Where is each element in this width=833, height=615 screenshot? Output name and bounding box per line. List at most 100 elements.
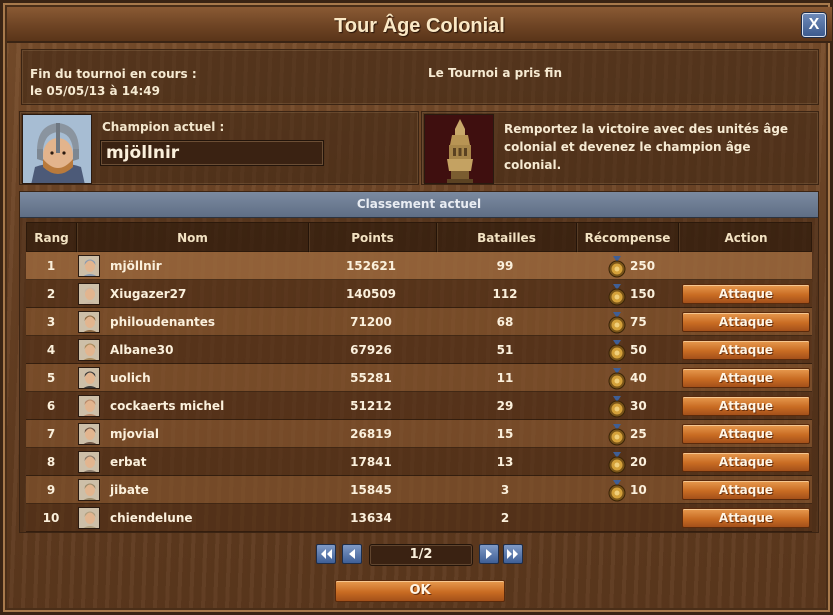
rank-cell: 3 [46, 315, 56, 329]
points-cell: 152621 [345, 259, 397, 273]
table-row: 2 Xiugazer27 140509 112 150 Attaque [26, 280, 812, 308]
rank-cell: 1 [46, 259, 56, 273]
first-page-button[interactable] [316, 544, 336, 564]
player-cell[interactable]: Albane30 [78, 336, 306, 364]
table-row: 8 erbat 17841 13 20 Attaque [26, 448, 812, 476]
points-cell: 51212 [350, 399, 392, 413]
points-cell: 15845 [350, 483, 392, 497]
rank-cell: 4 [46, 343, 56, 357]
points-cell: 67926 [350, 343, 392, 357]
attack-button[interactable]: Attaque [682, 396, 810, 416]
points-cell: 13634 [350, 511, 392, 525]
tournament-window: Tour Âge Colonial X Fin du tournoi en co… [0, 0, 833, 615]
column-rank: Rang [27, 223, 77, 253]
reward-value: 150 [630, 287, 656, 301]
page-indicator: 1/2 [369, 544, 473, 566]
attack-button[interactable]: Attaque [682, 284, 810, 304]
ranking-panel: Classement actuel Rang Nom Points Batail… [19, 191, 819, 533]
attack-button[interactable]: Attaque [682, 368, 810, 388]
player-cell[interactable]: mjovial [78, 420, 306, 448]
rank-cell: 6 [46, 399, 56, 413]
player-name: cockaerts michel [110, 399, 225, 413]
ranking-header: Classement actuel [20, 192, 818, 218]
table-row: 9 jibate 15845 3 10 Attaque [26, 476, 812, 504]
medal-icon [608, 368, 626, 390]
attack-button[interactable]: Attaque [682, 480, 810, 500]
action-cell: Attaque [678, 476, 812, 504]
reward-cell: 150 [578, 280, 676, 308]
action-cell [678, 252, 812, 280]
attack-button[interactable]: Attaque [682, 312, 810, 332]
rank-cell: 2 [46, 287, 56, 301]
player-avatar-icon [78, 479, 100, 501]
player-cell[interactable]: uolich [78, 364, 306, 392]
player-name: Albane30 [110, 343, 174, 357]
title-bar: Tour Âge Colonial X [7, 7, 832, 43]
attack-button[interactable]: Attaque [682, 424, 810, 444]
medal-icon [608, 424, 626, 446]
table-row: 6 cockaerts michel 51212 29 30 Attaque [26, 392, 812, 420]
close-button[interactable]: X [802, 13, 826, 37]
medal-icon [608, 340, 626, 362]
action-cell: Attaque [678, 364, 812, 392]
champion-label: Champion actuel : [102, 120, 225, 134]
medal-icon [608, 284, 626, 306]
window-title: Tour Âge Colonial [334, 15, 505, 37]
ranking-table: Rang Nom Points Batailles Récompense Act… [26, 222, 812, 532]
column-battles: Batailles [437, 223, 577, 253]
medal-icon [608, 312, 626, 334]
reward-cell: 50 [578, 336, 676, 364]
reward-cell: 30 [578, 392, 676, 420]
points-cell: 71200 [350, 315, 392, 329]
rank-cell: 9 [46, 483, 56, 497]
table-header: Rang Nom Points Batailles Récompense Act… [26, 222, 812, 253]
column-points: Points [309, 223, 437, 253]
player-cell[interactable]: cockaerts michel [78, 392, 306, 420]
next-page-button[interactable] [479, 544, 499, 564]
attack-button[interactable]: Attaque [682, 340, 810, 360]
player-cell[interactable]: mjöllnir [78, 252, 306, 280]
last-page-button[interactable] [503, 544, 523, 564]
table-body: 1 mjöllnir 152621 99 250 2 Xiugazer27 140509 112… [26, 252, 812, 532]
champion-panel: Champion actuel : mjöllnir [19, 111, 419, 185]
double-chevron-right-icon [507, 549, 518, 559]
goal-panel: Remportez la victoire avec des unités âg… [421, 111, 819, 185]
player-name: chiendelune [110, 511, 193, 525]
action-cell: Attaque [678, 420, 812, 448]
battles-cell: 15 [496, 427, 514, 441]
points-cell: 17841 [350, 455, 392, 469]
rank-cell: 7 [46, 427, 56, 441]
reward-cell: 25 [578, 420, 676, 448]
double-chevron-left-icon [321, 549, 332, 559]
reward-value: 40 [630, 371, 647, 385]
player-avatar-icon [78, 311, 100, 333]
action-cell: Attaque [678, 504, 812, 532]
player-cell[interactable]: philoudenantes [78, 308, 306, 336]
battles-cell: 112 [492, 287, 518, 301]
player-cell[interactable]: jibate [78, 476, 306, 504]
attack-button[interactable]: Attaque [682, 452, 810, 472]
reward-cell: 40 [578, 364, 676, 392]
tower-trophy-icon [424, 114, 494, 184]
player-avatar-icon [78, 339, 100, 361]
player-cell[interactable]: erbat [78, 448, 306, 476]
rank-cell: 5 [46, 371, 56, 385]
action-cell: Attaque [678, 336, 812, 364]
tournament-end-info: Fin du tournoi en cours : le 05/05/13 à … [30, 66, 197, 100]
previous-page-button[interactable] [342, 544, 362, 564]
attack-button[interactable]: Attaque [682, 508, 810, 528]
player-cell[interactable]: chiendelune [78, 504, 306, 532]
player-avatar-icon [78, 395, 100, 417]
player-cell[interactable]: Xiugazer27 [78, 280, 306, 308]
chevron-right-icon [486, 549, 492, 559]
player-avatar-icon [78, 367, 100, 389]
action-cell: Attaque [678, 280, 812, 308]
reward-value: 30 [630, 399, 647, 413]
player-avatar-icon [78, 451, 100, 473]
player-name: mjöllnir [110, 259, 162, 273]
tournament-end-label: Fin du tournoi en cours : [30, 67, 197, 81]
player-name: Xiugazer27 [110, 287, 187, 301]
chevron-left-icon [349, 549, 355, 559]
reward-cell: 10 [578, 476, 676, 504]
ok-button[interactable]: OK [335, 580, 505, 602]
